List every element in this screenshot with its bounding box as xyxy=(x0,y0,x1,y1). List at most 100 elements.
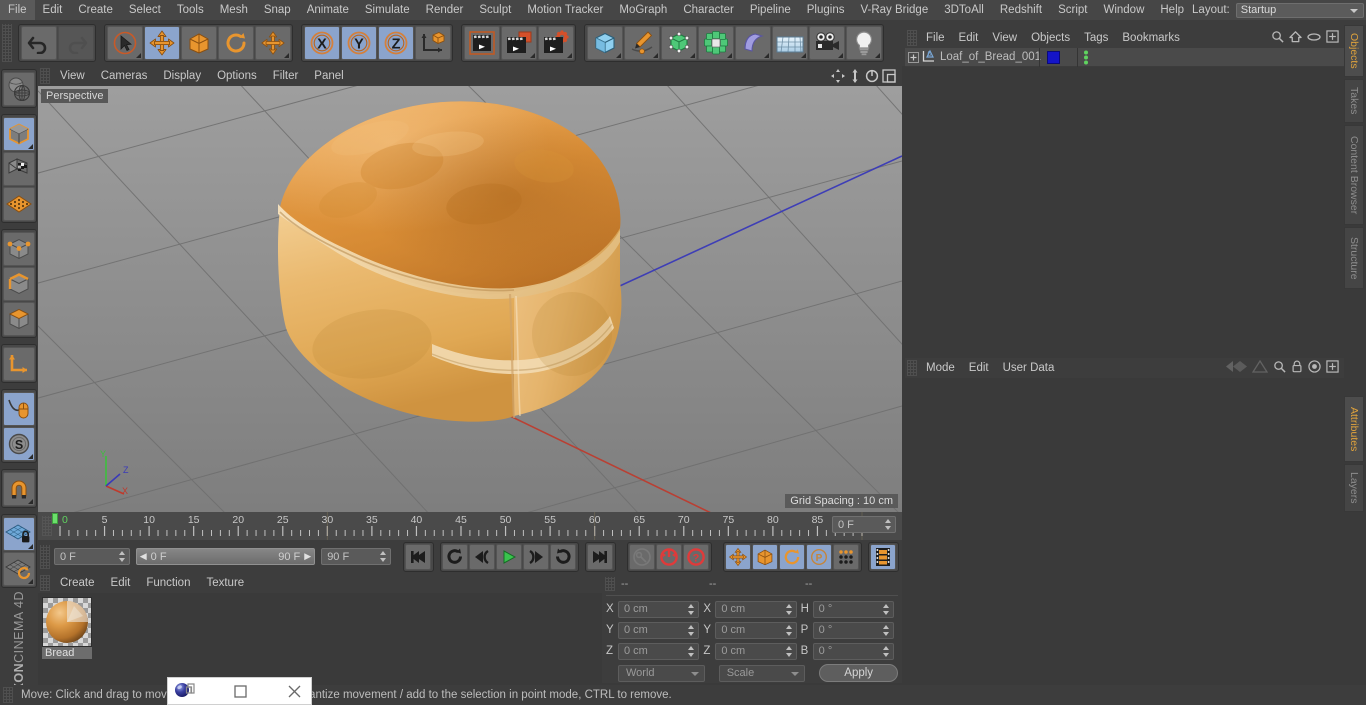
viewport-menu-options[interactable]: Options xyxy=(209,66,265,86)
render-region-button[interactable] xyxy=(500,26,537,60)
play-forward-button[interactable] xyxy=(550,543,577,570)
menu-mesh[interactable]: Mesh xyxy=(212,0,256,20)
step-forward-button[interactable] xyxy=(523,543,550,570)
polygons-mode-button[interactable] xyxy=(3,301,35,336)
viewport-solo-hierarchy-button[interactable]: S xyxy=(3,426,35,461)
menu-window[interactable]: Window xyxy=(1095,0,1152,20)
coord-size-y-field[interactable]: 0 cm xyxy=(715,621,797,639)
coord-pos-z-field[interactable]: 0 cm xyxy=(618,642,700,660)
expand-toggle-icon[interactable] xyxy=(905,51,921,63)
coord-size-x-spinner[interactable] xyxy=(785,603,794,616)
zoom-vertical-icon[interactable] xyxy=(848,69,862,83)
menu-animate[interactable]: Animate xyxy=(299,0,357,20)
overlay-window[interactable] xyxy=(167,677,312,705)
timeline-ruler[interactable]: 051015202530354045505560657075808590 xyxy=(38,512,902,540)
material-preview-thumbnail[interactable] xyxy=(42,597,92,647)
tab-content-browser[interactable]: Content Browser xyxy=(1344,125,1364,225)
attribute-content-area[interactable] xyxy=(905,378,1344,705)
enable-snapping-button[interactable] xyxy=(3,471,35,506)
visibility-dots[interactable] xyxy=(1082,50,1090,68)
viewport-menu-cameras[interactable]: Cameras xyxy=(93,66,156,86)
home-icon[interactable] xyxy=(1289,30,1302,46)
current-frame-field[interactable]: 0 F xyxy=(53,548,130,565)
scale-tool[interactable] xyxy=(180,26,217,60)
add-mograph-object[interactable] xyxy=(697,26,734,60)
menu-pipeline[interactable]: Pipeline xyxy=(742,0,799,20)
object-menu-edit[interactable]: Edit xyxy=(952,28,986,48)
lock-x-axis[interactable]: X xyxy=(303,26,340,60)
key-scale-toggle[interactable] xyxy=(752,543,779,570)
pan-icon[interactable] xyxy=(831,69,845,83)
coord-pos-y-field[interactable]: 0 cm xyxy=(618,621,700,639)
undo-button[interactable] xyxy=(20,26,57,60)
close-icon[interactable] xyxy=(277,678,311,705)
coord-pos-z-spinner[interactable] xyxy=(687,645,696,658)
timeline-filmstrip-button[interactable] xyxy=(870,543,897,570)
coord-size-x-field[interactable]: 0 cm xyxy=(715,600,797,618)
workplane-mode-button[interactable] xyxy=(3,186,35,221)
menu-snap[interactable]: Snap xyxy=(256,0,299,20)
tab-layers[interactable]: Layers xyxy=(1344,464,1364,512)
tab-structure[interactable]: Structure xyxy=(1344,227,1364,289)
coord-pos-x-spinner[interactable] xyxy=(687,603,696,616)
object-manager-grip[interactable] xyxy=(907,30,917,46)
frame-field-right[interactable]: 0 F xyxy=(832,516,896,533)
material-menu-create[interactable]: Create xyxy=(52,573,103,593)
add-cube-object[interactable] xyxy=(586,26,623,60)
coord-rot-p-field[interactable]: 0 ° xyxy=(812,621,894,639)
material-item[interactable]: Bread xyxy=(42,597,92,659)
coord-rot-b-spinner[interactable] xyxy=(882,645,891,658)
object-row-loaf-of-bread[interactable]: 0 Loaf_of_Bread_001 xyxy=(905,48,1344,67)
key-parameter-toggle[interactable]: P xyxy=(806,543,833,570)
coord-size-z-spinner[interactable] xyxy=(785,645,794,658)
search-icon[interactable] xyxy=(1273,360,1286,376)
size-mode-dropdown[interactable]: Scale xyxy=(718,664,806,682)
coord-pos-y-spinner[interactable] xyxy=(687,624,696,637)
key-position-toggle[interactable] xyxy=(725,543,752,570)
transform-tool[interactable] xyxy=(254,26,291,60)
go-to-end-button[interactable] xyxy=(587,543,614,570)
coord-size-y-spinner[interactable] xyxy=(785,624,794,637)
menu-edit[interactable]: Edit xyxy=(35,0,71,20)
make-editable-button[interactable] xyxy=(3,71,35,106)
object-menu-view[interactable]: View xyxy=(985,28,1024,48)
object-menu-tags[interactable]: Tags xyxy=(1077,28,1115,48)
viewport-menu-filter[interactable]: Filter xyxy=(265,66,307,86)
viewport-menu-display[interactable]: Display xyxy=(155,66,209,86)
layout-select[interactable]: Startup xyxy=(1235,2,1364,18)
target-icon[interactable] xyxy=(1308,360,1321,376)
object-menu-file[interactable]: File xyxy=(919,28,952,48)
preview-end-field[interactable]: 90 F xyxy=(321,548,391,565)
object-menu-objects[interactable]: Objects xyxy=(1024,28,1077,48)
material-tag[interactable] xyxy=(1047,51,1060,64)
preview-end-spinner[interactable] xyxy=(379,550,388,563)
go-to-start-button[interactable] xyxy=(405,543,432,570)
frame-field-right-spinner[interactable] xyxy=(884,518,893,531)
menu-file[interactable]: File xyxy=(0,0,35,20)
menu-select[interactable]: Select xyxy=(121,0,169,20)
lock-workplane-button[interactable] xyxy=(3,516,35,551)
attribute-menu-mode[interactable]: Mode xyxy=(919,358,962,378)
coord-size-z-field[interactable]: 0 cm xyxy=(715,642,797,660)
viewport-grip[interactable] xyxy=(40,68,50,84)
texture-mode-button[interactable] xyxy=(3,151,35,186)
loop-button[interactable] xyxy=(442,543,469,570)
plus-box-icon[interactable] xyxy=(1326,30,1339,46)
select-tool[interactable] xyxy=(106,26,143,60)
viewport-menu-panel[interactable]: Panel xyxy=(306,66,351,86)
maximize-icon[interactable] xyxy=(224,678,258,705)
add-camera-object[interactable] xyxy=(808,26,845,60)
menu-script[interactable]: Script xyxy=(1050,0,1095,20)
toolbar-grip[interactable] xyxy=(2,24,12,62)
search-icon[interactable] xyxy=(1271,30,1284,46)
orbit-icon[interactable] xyxy=(865,69,879,83)
play-button[interactable] xyxy=(496,543,523,570)
material-list[interactable]: Bread xyxy=(38,593,602,683)
world-object-coord[interactable] xyxy=(414,26,451,60)
tab-takes[interactable]: Takes xyxy=(1344,79,1364,123)
menu-character[interactable]: Character xyxy=(675,0,742,20)
add-light-object[interactable] xyxy=(845,26,882,60)
coordinates-grip[interactable] xyxy=(605,577,615,591)
edges-mode-button[interactable] xyxy=(3,266,35,301)
attribute-menu-edit[interactable]: Edit xyxy=(962,358,996,378)
